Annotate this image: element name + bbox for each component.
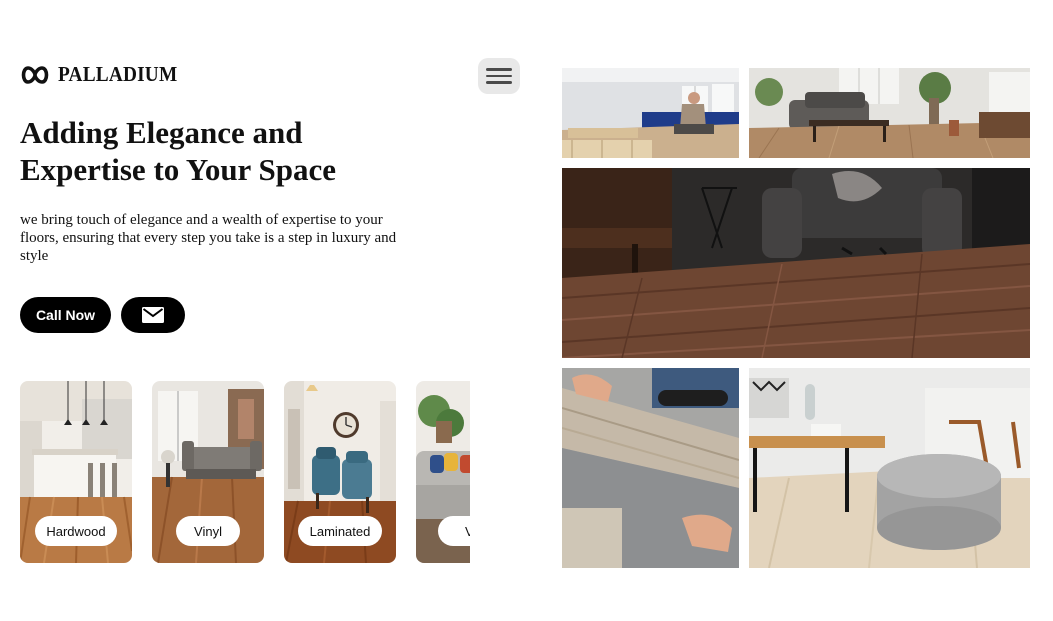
category-label-laminated: Laminated	[298, 516, 382, 546]
hero-title-line1: Adding Elegance and	[20, 115, 303, 150]
brand-name: PALLADIUM	[58, 62, 178, 86]
hamburger-menu-icon	[486, 68, 512, 71]
category-label-hardwood: Hardwood	[35, 516, 117, 546]
menu-button[interactable]	[478, 58, 520, 94]
category-carousel[interactable]: Hardwood Vinyl Laminated V	[20, 381, 470, 563]
call-now-button[interactable]: Call Now	[20, 297, 111, 333]
email-button[interactable]	[121, 297, 185, 333]
gallery-photo-ottoman	[749, 368, 1030, 568]
category-label-vinyl: Vinyl	[176, 516, 240, 546]
gallery-photo-laying-planks	[562, 368, 739, 568]
category-card-view[interactable]: View	[416, 381, 470, 563]
installer-kneeling-photo	[562, 68, 739, 158]
gallery-photo-installer	[562, 68, 739, 158]
piano-armchair-floor-photo	[562, 168, 1030, 358]
living-room-sofa-photo	[749, 68, 1030, 158]
infinity-icon	[21, 65, 49, 84]
envelope-icon	[142, 307, 164, 323]
hero-title: Adding Elegance and Expertise to Your Sp…	[20, 114, 440, 188]
laying-vinyl-planks-photo	[562, 368, 739, 568]
gallery-photo-living-room	[749, 68, 1030, 158]
hero-subtitle: we bring touch of elegance and a wealth …	[20, 212, 397, 264]
brand-logo[interactable]: PALLADIUM	[20, 62, 188, 87]
hero-title-line2: Expertise to Your Space	[20, 152, 337, 187]
category-card-vinyl[interactable]: Vinyl	[152, 381, 264, 563]
category-card-hardwood[interactable]: Hardwood	[20, 381, 132, 563]
ottoman-coffee-table-photo	[749, 368, 1030, 568]
gallery-photo-piano-room	[562, 168, 1030, 358]
category-label-view: View	[438, 516, 470, 546]
category-card-laminated[interactable]: Laminated	[284, 381, 396, 563]
